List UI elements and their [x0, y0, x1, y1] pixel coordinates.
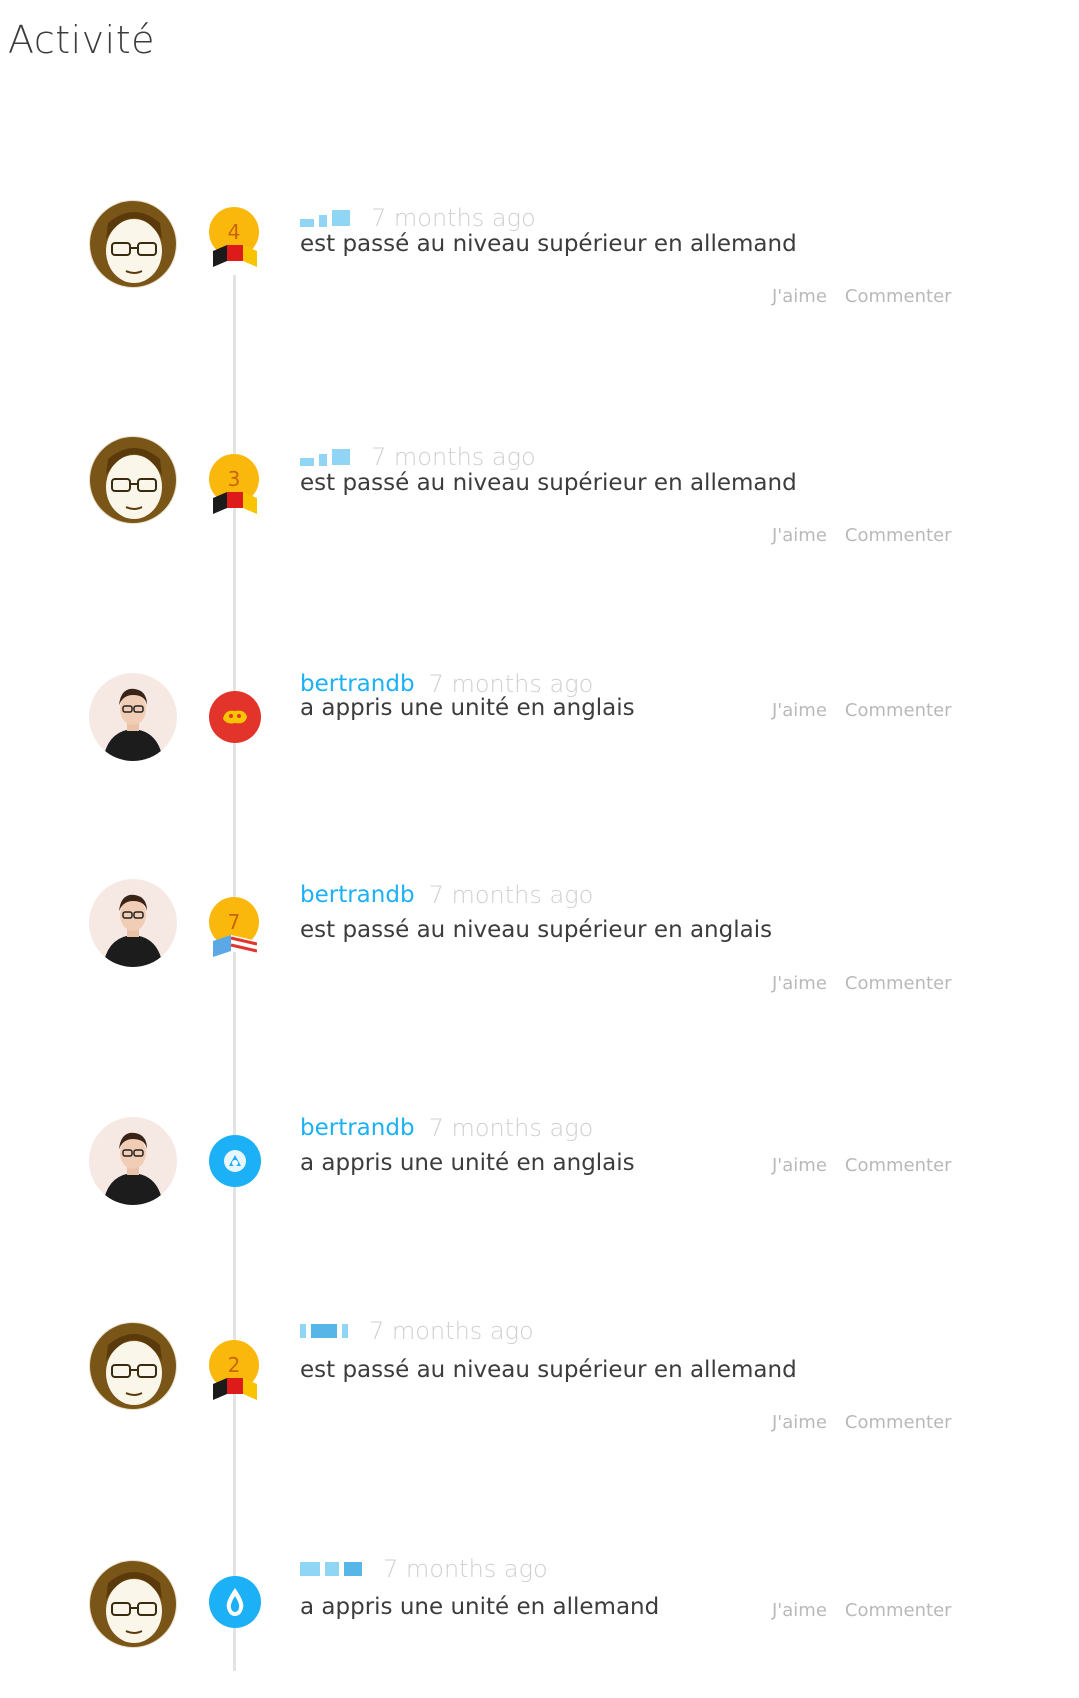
timestamp: 7 months ago	[371, 443, 536, 471]
activity-message: est passé au niveau supérieur en alleman…	[300, 1357, 797, 1383]
entry-actions: J'aime Commenter	[772, 973, 952, 994]
skill-badge	[207, 1133, 261, 1187]
comment-button[interactable]: Commenter	[845, 525, 952, 546]
entry-header: 7 months ago	[300, 1316, 534, 1346]
level-badge: 7	[207, 897, 261, 957]
entry-header: 7 months ago	[300, 1554, 548, 1584]
comment-button[interactable]: Commenter	[845, 1600, 952, 1621]
level-badge: 2	[207, 1340, 261, 1400]
username-link[interactable]: bertrandb	[300, 1115, 415, 1141]
avatar[interactable]	[89, 1117, 177, 1205]
avatar[interactable]	[89, 1322, 177, 1410]
activity-message: a appris une unité en anglais	[300, 695, 635, 721]
activity-item: 2 7 months ago est passé au niveau supér…	[0, 1317, 1079, 1460]
activity-item: bertrandb 7 months ago a appris une unit…	[0, 670, 1079, 813]
activity-item: 3 7 months ago est passé au niveau supér…	[0, 434, 1079, 574]
entry-header: bertrandb 7 months ago	[300, 880, 593, 910]
comment-button[interactable]: Commenter	[845, 973, 952, 994]
comment-button[interactable]: Commenter	[845, 286, 952, 307]
activity-message: a appris une unité en anglais	[300, 1150, 635, 1176]
avatar[interactable]	[89, 673, 177, 761]
avatar[interactable]	[89, 879, 177, 967]
level-number: 7	[227, 910, 241, 934]
activity-item: bertrandb 7 months ago a appris une unit…	[0, 1114, 1079, 1257]
activity-item: 7 bertrandb 7 months ago est passé au ni…	[0, 877, 1079, 1017]
hidden-username[interactable]	[300, 206, 355, 230]
like-button[interactable]: J'aime	[772, 286, 827, 307]
activity-item: 7 months ago a appris une unité en allem…	[0, 1555, 1079, 1698]
activity-item: 4 7 months ago est passé au niveau supér…	[0, 195, 1079, 335]
timestamp: 7 months ago	[428, 670, 594, 698]
entry-actions: J'aime Commenter	[772, 700, 952, 721]
hidden-username[interactable]	[300, 1319, 353, 1343]
comment-button[interactable]: Commenter	[845, 1412, 952, 1433]
level-number: 3	[227, 467, 241, 491]
water-drop-icon	[209, 1576, 261, 1628]
activity-message: a appris une unité en allemand	[300, 1594, 660, 1620]
page-title: Activité	[8, 18, 156, 62]
skill-badge	[207, 1574, 261, 1628]
activity-message: est passé au niveau supérieur en anglais	[300, 917, 773, 943]
us-flag-icon	[213, 935, 257, 957]
skill-icon	[209, 1135, 261, 1187]
activity-message: est passé au niveau supérieur en alleman…	[300, 231, 797, 257]
hidden-username[interactable]	[300, 1557, 367, 1581]
like-button[interactable]: J'aime	[772, 700, 827, 721]
timestamp: 7 months ago	[369, 1317, 534, 1345]
avatar[interactable]	[89, 1560, 177, 1648]
level-badge: 4	[207, 207, 261, 267]
like-button[interactable]: J'aime	[772, 1155, 827, 1176]
timestamp: 7 months ago	[428, 881, 594, 909]
comment-button[interactable]: Commenter	[845, 700, 952, 721]
timestamp: 7 months ago	[383, 1555, 548, 1583]
like-button[interactable]: J'aime	[772, 525, 827, 546]
german-flag-icon	[213, 492, 257, 514]
avatar[interactable]	[89, 200, 177, 288]
username-link[interactable]: bertrandb	[300, 882, 415, 908]
entry-actions: J'aime Commenter	[772, 286, 952, 307]
entry-actions: J'aime Commenter	[772, 1155, 952, 1176]
hidden-username[interactable]	[300, 445, 355, 469]
username-link[interactable]: bertrandb	[300, 671, 415, 697]
comment-button[interactable]: Commenter	[845, 1155, 952, 1176]
skill-badge	[207, 689, 261, 743]
german-flag-icon	[213, 1378, 257, 1400]
like-button[interactable]: J'aime	[772, 1600, 827, 1621]
entry-actions: J'aime Commenter	[772, 1600, 952, 1621]
activity-message: est passé au niveau supérieur en alleman…	[300, 470, 797, 496]
entry-actions: J'aime Commenter	[772, 1412, 952, 1433]
entry-header: bertrandb 7 months ago	[300, 1113, 593, 1143]
timestamp: 7 months ago	[371, 204, 536, 232]
level-number: 2	[227, 1353, 241, 1377]
level-number: 4	[227, 220, 241, 244]
like-button[interactable]: J'aime	[772, 973, 827, 994]
like-button[interactable]: J'aime	[772, 1412, 827, 1433]
entry-header: 7 months ago	[300, 203, 536, 233]
skill-icon	[209, 691, 261, 743]
entry-header: 7 months ago	[300, 442, 536, 472]
german-flag-icon	[213, 245, 257, 267]
level-badge: 3	[207, 454, 261, 514]
avatar[interactable]	[89, 436, 177, 524]
entry-actions: J'aime Commenter	[772, 525, 952, 546]
timestamp: 7 months ago	[428, 1114, 594, 1142]
